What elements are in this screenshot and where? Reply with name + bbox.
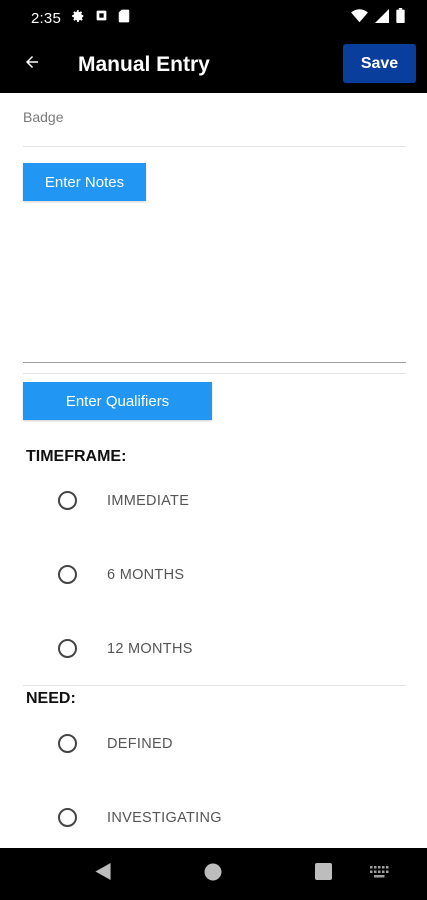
enter-qualifiers-button[interactable]: Enter Qualifiers [23, 382, 212, 420]
nav-recents-button[interactable] [300, 848, 346, 900]
radio-label: INVESTIGATING [107, 809, 222, 826]
radio-option-investigating[interactable]: INVESTIGATING [58, 808, 222, 827]
section-divider [23, 373, 406, 374]
radio-label: DEFINED [107, 735, 173, 752]
timeframe-header: TIMEFRAME: [26, 448, 127, 465]
radio-label: 6 MONTHS [107, 566, 185, 583]
back-button[interactable] [0, 36, 64, 93]
gear-icon [71, 9, 85, 28]
keyboard-icon [369, 865, 389, 884]
radio-button[interactable] [58, 491, 77, 510]
status-bar: 2:35 [0, 0, 427, 36]
battery-icon [396, 8, 405, 28]
nav-back-button[interactable] [80, 848, 126, 900]
page-title: Manual Entry [78, 52, 210, 76]
shield-notification-icon [95, 9, 108, 27]
radio-option-defined[interactable]: DEFINED [58, 734, 173, 753]
radio-option-12-months[interactable]: 12 MONTHS [58, 639, 193, 658]
back-triangle-icon [95, 863, 111, 885]
system-nav-bar [0, 848, 427, 900]
arrow-left-icon [22, 53, 42, 76]
nav-keyboard-button[interactable] [356, 848, 402, 900]
nav-home-button[interactable] [190, 848, 236, 900]
wifi-icon [351, 8, 368, 28]
radio-button[interactable] [58, 565, 77, 584]
badge-divider [23, 146, 406, 147]
radio-button[interactable] [58, 808, 77, 827]
radio-button[interactable] [58, 639, 77, 658]
status-right [351, 8, 405, 28]
status-time: 2:35 [31, 9, 61, 27]
notes-area-bottom-divider [23, 362, 406, 363]
enter-notes-button[interactable]: Enter Notes [23, 163, 146, 201]
sim-card-icon [118, 9, 130, 28]
form-content[interactable]: Badge Enter Notes Enter Qualifiers TIMEF… [0, 93, 427, 848]
save-button[interactable]: Save [343, 44, 416, 83]
timeframe-divider [23, 685, 406, 686]
cell-signal-icon [375, 8, 389, 28]
status-left: 2:35 [31, 9, 130, 28]
radio-button[interactable] [58, 734, 77, 753]
status-notification-icons [71, 9, 130, 28]
radio-label: IMMEDIATE [107, 492, 190, 509]
radio-option-immediate[interactable]: IMMEDIATE [58, 491, 189, 510]
recents-square-icon [314, 863, 332, 885]
need-header: NEED: [26, 690, 76, 707]
home-circle-icon [204, 863, 222, 886]
radio-label: 12 MONTHS [107, 640, 193, 657]
app-bar: Manual Entry Save [0, 36, 427, 93]
badge-field-label[interactable]: Badge [23, 109, 63, 125]
radio-option-6-months[interactable]: 6 MONTHS [58, 565, 184, 584]
